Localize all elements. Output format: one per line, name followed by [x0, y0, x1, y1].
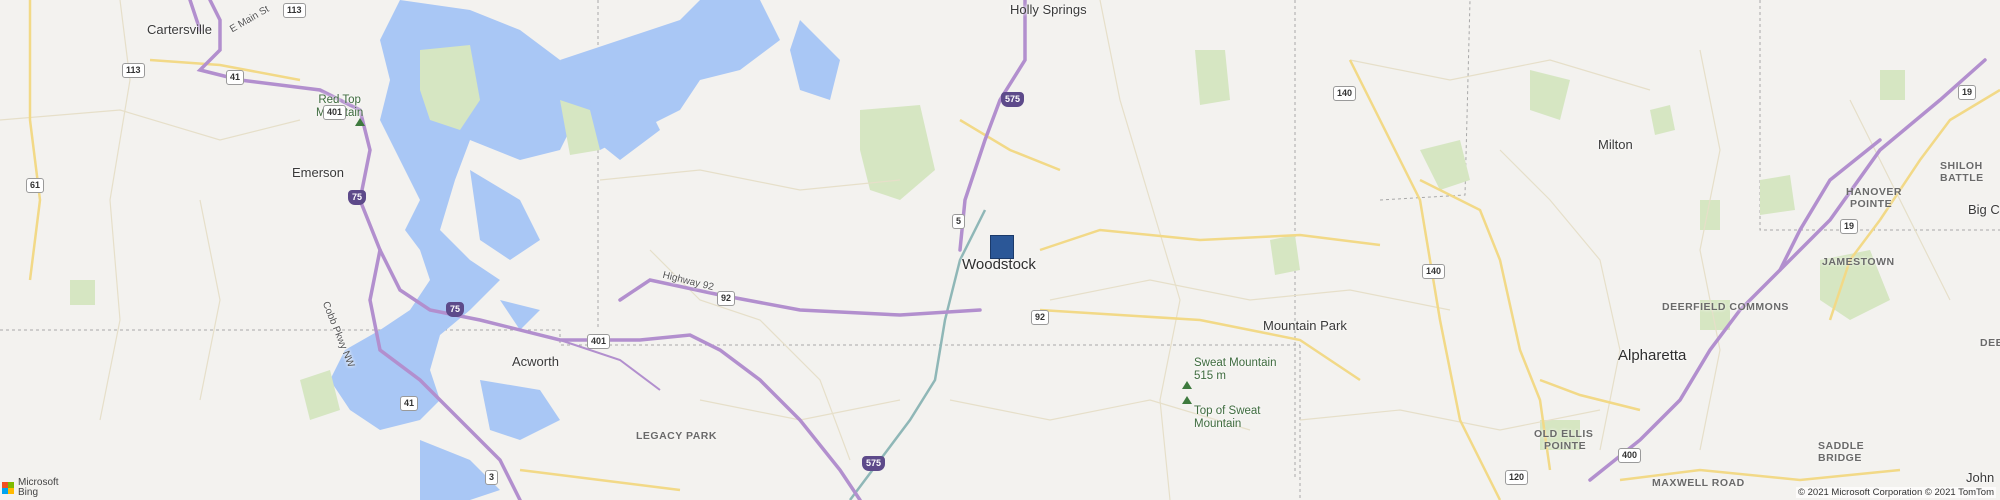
microsoft-logo-icon: [2, 482, 14, 494]
neighborhood-label-jamestown: JAMESTOWN: [1822, 256, 1895, 268]
neighborhood-label-old-ellis-pointe: POINTE: [1544, 440, 1587, 452]
neighborhood-label-bridge: BRIDGE: [1818, 452, 1862, 464]
peak-label-top-of-sweat: Top of Sweat Mountain: [1194, 405, 1260, 431]
neighborhood-label-maxwell-road: MAXWELL ROAD: [1652, 477, 1745, 489]
route-shield-3: 3: [485, 470, 499, 485]
route-shield-400: 400: [1618, 448, 1642, 463]
peak-label-sweat-mountain-name: Sweat Mountain: [1194, 357, 1277, 369]
neighborhood-label-saddle: SADDLE: [1818, 440, 1865, 452]
route-shield-120: 120: [1505, 470, 1529, 485]
route-shield-92: 92: [717, 291, 736, 306]
neighborhood-label-deerfield-commons: DEERFIELD COMMONS: [1662, 301, 1789, 313]
route-shield-41: 41: [226, 70, 245, 85]
interstate-shield-75: 75: [446, 302, 465, 317]
neighborhood-label-hanover-pointe: POINTE: [1850, 198, 1893, 210]
map-copyright: © 2021 Microsoft Corporation © 2021 TomT…: [1796, 487, 1996, 498]
route-shield-19: 19: [1958, 85, 1977, 100]
neighborhood-label-hanover: HANOVER: [1846, 186, 1903, 198]
logo-square-yellow: [8, 488, 14, 494]
interstate-shield-575: 575: [1001, 92, 1025, 107]
neighborhood-label-legacy-park: LEGACY PARK: [636, 430, 717, 442]
mountain-peak-icon: [1182, 396, 1192, 404]
city-label-milton[interactable]: Milton: [1598, 137, 1633, 152]
route-shield-92: 92: [1031, 310, 1050, 325]
route-shield-61: 61: [26, 178, 45, 193]
neighborhood-label-battle: BATTLE: [1940, 172, 1984, 184]
route-shield-140: 140: [1333, 86, 1357, 101]
route-shield-113: 113: [283, 3, 306, 18]
location-pin-marker[interactable]: [990, 235, 1014, 259]
city-label-holly-springs[interactable]: Holly Springs: [1010, 2, 1087, 17]
neighborhood-label-dee: DEE: [1980, 337, 2000, 349]
city-label-john[interactable]: John: [1966, 470, 1994, 485]
route-shield-401: 401: [587, 334, 611, 349]
route-shield-41: 41: [400, 396, 419, 411]
route-shield-5: 5: [952, 214, 966, 229]
city-label-mountain-park[interactable]: Mountain Park: [1263, 318, 1347, 333]
logo-line-2: Bing: [18, 487, 39, 498]
interstate-shield-75: 75: [348, 190, 367, 205]
lake-allatoona: [330, 0, 840, 500]
city-label-acworth[interactable]: Acworth: [512, 354, 559, 369]
route-shield-140: 140: [1422, 264, 1446, 279]
city-label-emerson[interactable]: Emerson: [292, 165, 344, 180]
peak-label-sweat-mountain-elevation: 515 m: [1194, 370, 1226, 382]
us-41-branch: [559, 339, 661, 391]
mountain-peak-icon: [1182, 381, 1192, 389]
city-label-cartersville[interactable]: Cartersville: [147, 22, 212, 37]
neighborhood-label-old-ellis: OLD ELLIS: [1534, 428, 1594, 440]
map-canvas[interactable]: Cartersville Holly Springs Emerson Woods…: [0, 0, 2000, 500]
minor-roads: [0, 0, 1951, 500]
route-shield-401: 401: [323, 105, 347, 120]
route-shield-19: 19: [1840, 219, 1859, 234]
city-label-big-c[interactable]: Big C: [1968, 202, 2000, 217]
peak-label-top-of-sweat-line2: Mountain: [1194, 418, 1242, 430]
bing-logo[interactable]: Microsoft Bing: [2, 478, 59, 498]
neighborhood-label-shiloh: SHILOH: [1940, 160, 1983, 172]
peak-label-top-of-sweat-line1: Top of Sweat: [1194, 405, 1261, 417]
route-shield-113: 113: [122, 63, 145, 78]
interstate-shield-575: 575: [862, 456, 886, 471]
peak-label-sweat-mountain: Sweat Mountain 515 m: [1194, 357, 1276, 383]
bing-logo-text: Microsoft Bing: [18, 478, 59, 498]
city-label-alpharetta[interactable]: Alpharetta: [1618, 347, 1686, 364]
